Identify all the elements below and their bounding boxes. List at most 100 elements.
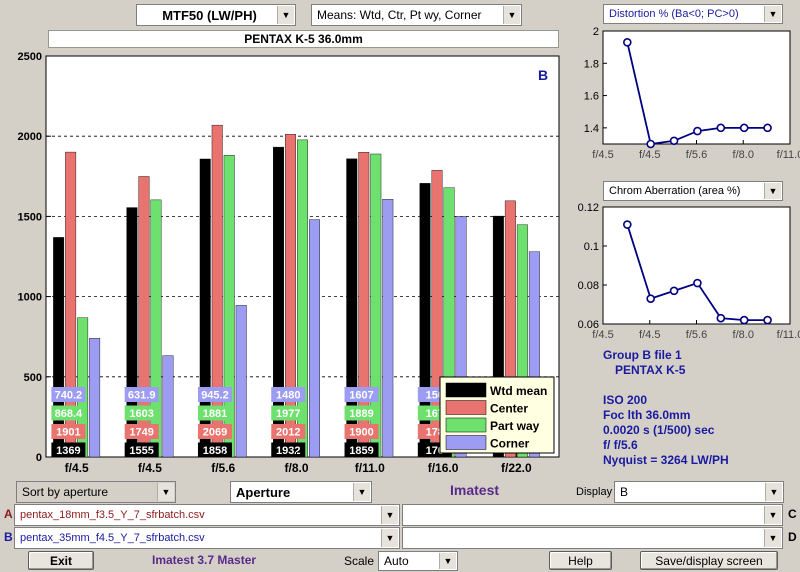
- legend-label: Part way: [490, 419, 540, 433]
- info-focal-length: Foc lth 36.0mm: [603, 408, 691, 422]
- sort-select[interactable]: Sort by aperture ▼: [16, 481, 176, 503]
- legend: Wtd mean Center Part way Corner: [439, 376, 555, 454]
- x-tick-label: f/22.0: [501, 461, 532, 475]
- info-group: Group B file 1: [603, 348, 682, 362]
- x-tick-label: f/11.0: [777, 329, 800, 341]
- chevron-down-icon[interactable]: ▼: [381, 506, 398, 524]
- y-tick-label: 2: [593, 26, 599, 38]
- value-label: 868.4: [55, 408, 83, 420]
- mtf-bar-chart: 05001000150020002500 740.2868.4190113696…: [18, 51, 560, 475]
- file-d-select[interactable]: ▼: [402, 527, 783, 549]
- info-camera: PENTAX K-5: [615, 363, 686, 377]
- value-label: 1603: [129, 408, 153, 420]
- sort-select-value: Sort by aperture: [22, 485, 109, 499]
- x-tick-label: f/5.6: [211, 461, 235, 475]
- value-label: 1881: [203, 408, 227, 420]
- display-select[interactable]: B ▼: [614, 481, 784, 503]
- scale-select-value: Auto: [384, 554, 409, 568]
- metric-select-value: MTF50 (LW/PH): [162, 7, 257, 23]
- version-label: Imatest 3.7 Master: [152, 553, 257, 567]
- data-point: [716, 313, 726, 323]
- chart-title-box: PENTAX K-5 36.0mm: [48, 30, 559, 48]
- data-point: [716, 123, 726, 133]
- means-select[interactable]: Means: Wtd, Ctr, Pt wy, Corner ▼: [311, 4, 522, 26]
- file-c-select[interactable]: ▼: [402, 504, 783, 526]
- data-point: [623, 220, 632, 229]
- data-point: [739, 123, 749, 133]
- data-point: [669, 286, 679, 296]
- value-label: 1480: [276, 390, 300, 402]
- data-point: [739, 315, 749, 325]
- x-tick-label: f/8.0: [733, 149, 754, 161]
- value-label: 1607: [349, 390, 373, 402]
- group-label: B: [538, 67, 548, 83]
- row-b-label: B: [4, 530, 13, 544]
- info-aperture: f/ f/5.6: [603, 438, 638, 452]
- info-nyquist: Nyquist = 3264 LW/PH: [603, 453, 729, 467]
- chevron-down-icon[interactable]: ▼: [764, 183, 781, 199]
- chevron-down-icon[interactable]: ▼: [277, 6, 294, 24]
- chrom-chart: 0.060.080.10.12f/4.5 f/4.5 f/5.6 f/8.0 f/11.…: [578, 202, 800, 341]
- value-label: 1901: [56, 427, 80, 439]
- x-tick-label: f/8.0: [284, 461, 308, 475]
- data-point: [693, 126, 702, 136]
- y-tick-label: 500: [24, 372, 42, 384]
- data-point: [763, 123, 772, 133]
- scale-label: Scale: [344, 554, 375, 568]
- help-button[interactable]: Help: [549, 551, 612, 570]
- legend-swatch: [445, 435, 487, 450]
- value-label: 1889: [349, 408, 373, 420]
- y-tick-label: 0.12: [578, 202, 599, 214]
- chevron-down-icon[interactable]: ▼: [764, 529, 781, 547]
- file-a-select[interactable]: pentax_18mm_f3.5_Y_7_sfrbatch.csv ▼: [14, 504, 400, 526]
- y-tick-label: 2000: [18, 131, 42, 143]
- info-exposure: 0.0020 s (1/500) sec: [603, 423, 715, 437]
- x-tick-label: f/4.5: [138, 461, 162, 475]
- chevron-down-icon[interactable]: ▼: [764, 506, 781, 524]
- value-label: 1900: [349, 427, 373, 439]
- file-b-select[interactable]: pentax_35mm_f4.5_Y_7_sfrbatch.csv ▼: [14, 527, 400, 549]
- data-point: [623, 37, 632, 47]
- scale-select[interactable]: Auto ▼: [378, 551, 458, 571]
- chevron-down-icon[interactable]: ▼: [439, 553, 456, 569]
- file-b-value: pentax_35mm_f4.5_Y_7_sfrbatch.csv: [20, 532, 205, 544]
- chevron-down-icon[interactable]: ▼: [765, 483, 782, 501]
- chevron-down-icon[interactable]: ▼: [764, 6, 781, 22]
- display-select-value: B: [620, 485, 629, 499]
- bar: [162, 355, 174, 458]
- data-point: [646, 139, 655, 149]
- x-tick-label: f/5.6: [686, 329, 707, 341]
- chevron-down-icon[interactable]: ▼: [157, 483, 174, 501]
- exit-button[interactable]: Exit: [28, 551, 94, 570]
- legend-swatch: [445, 417, 487, 433]
- distortion-select[interactable]: Distortion % (Ba<0; PC>0) ▼: [603, 4, 783, 24]
- x-tick-label: f/16.0: [428, 461, 459, 475]
- metric-select[interactable]: MTF50 (LW/PH) ▼: [136, 4, 296, 26]
- data-point: [646, 294, 655, 303]
- x-tick-label: f/11.0: [355, 461, 385, 475]
- data-point: [763, 315, 772, 325]
- data-point: [693, 278, 702, 288]
- save-display-button[interactable]: Save/display screen: [640, 551, 778, 570]
- value-label: 945.2: [201, 390, 229, 402]
- aperture-select[interactable]: Aperture ▼: [230, 481, 372, 503]
- y-tick-label: 0: [36, 452, 42, 464]
- aperture-select-value: Aperture: [236, 484, 291, 500]
- chevron-down-icon[interactable]: ▼: [381, 529, 398, 547]
- means-select-value: Means: Wtd, Ctr, Pt wy, Corner: [317, 8, 482, 22]
- y-tick-label: 1500: [18, 211, 42, 223]
- info-iso: ISO 200: [603, 393, 648, 407]
- x-tick-label: f/4.5: [592, 329, 613, 341]
- file-a-value: pentax_18mm_f3.5_Y_7_sfrbatch.csv: [20, 509, 205, 521]
- info-panel: Group B file 1 PENTAX K-5 ISO 200 Foc lt…: [603, 348, 729, 468]
- brand-label: Imatest: [450, 482, 500, 498]
- chevron-down-icon[interactable]: ▼: [353, 483, 370, 501]
- legend-swatch: [445, 382, 487, 398]
- chevron-down-icon[interactable]: ▼: [503, 6, 520, 24]
- y-tick-label: 1.8: [584, 58, 599, 70]
- y-tick-label: 1.6: [584, 91, 599, 103]
- x-tick-label: f/8.0: [733, 329, 754, 341]
- row-c-label: C: [788, 507, 797, 521]
- x-tick-label: f/5.6: [686, 149, 707, 161]
- value-label: 2069: [203, 427, 227, 439]
